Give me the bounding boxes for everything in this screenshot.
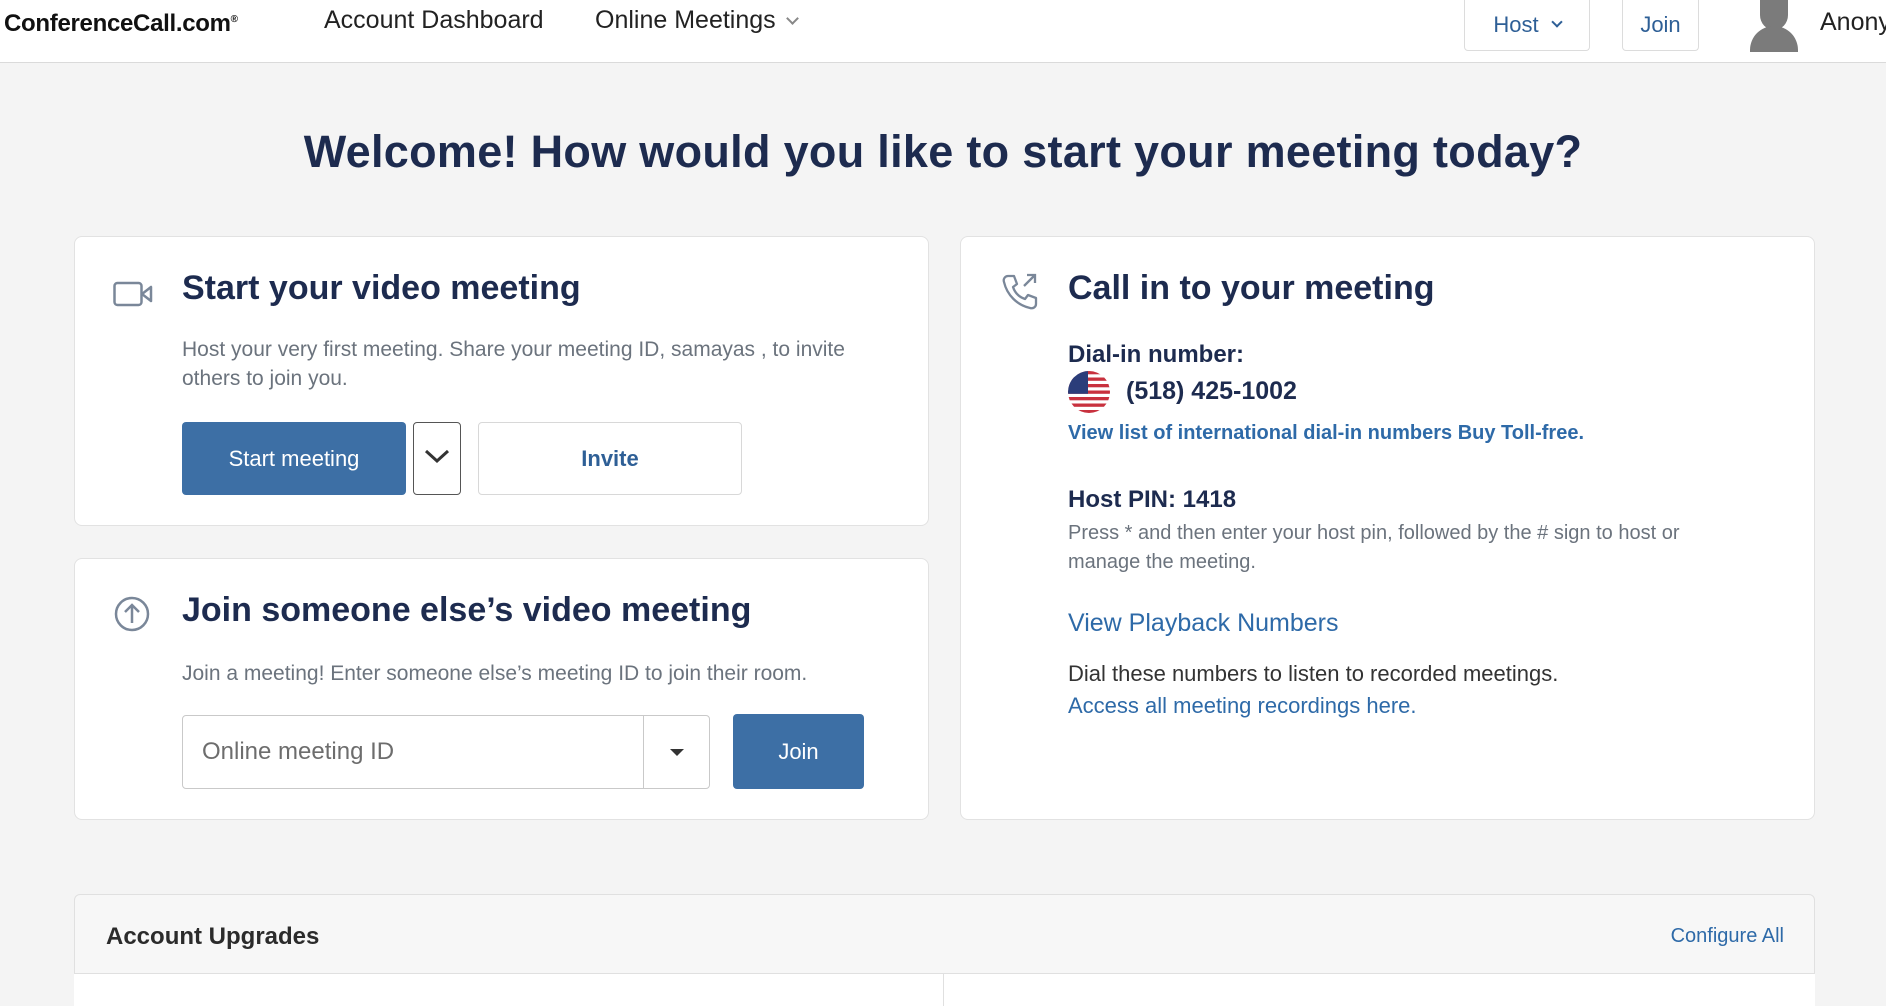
start-meeting-label: Start meeting — [228, 445, 360, 471]
join-card-title: Join someone else’s video meeting — [182, 591, 752, 629]
call-card-title: Call in to your meeting — [1068, 269, 1435, 307]
nav-account-dashboard-label: Account Dashboard — [324, 6, 544, 34]
arrow-up-circle-icon — [114, 596, 150, 637]
upgrades-body — [74, 973, 1815, 1006]
call-in-card: Call in to your meeting Dial-in number: … — [960, 236, 1815, 820]
international-numbers-link[interactable]: View list of international dial-in numbe… — [1068, 422, 1452, 444]
logo[interactable]: ConferenceCall.com® — [4, 10, 238, 38]
header-join-button[interactable]: Join — [1622, 0, 1699, 51]
international-numbers-row: View list of international dial-in numbe… — [1068, 422, 1584, 445]
join-video-meeting-card: Join someone else’s video meeting Join a… — [74, 558, 929, 820]
nav-online-meetings-label: Online Meetings — [595, 6, 776, 34]
header-join-label: Join — [1640, 12, 1681, 37]
invite-button[interactable]: Invite — [478, 422, 742, 495]
dial-in-number: (518) 425-1002 — [1126, 377, 1297, 405]
dial-in-label: Dial-in number: — [1068, 341, 1245, 368]
chevron-down-icon — [785, 12, 799, 25]
join-card-description: Join a meeting! Enter someone else’s mee… — [182, 662, 808, 685]
nav-account-dashboard[interactable]: Account Dashboard — [324, 6, 544, 34]
logo-trademark: ® — [230, 14, 238, 25]
user-name[interactable]: Anony — [1820, 8, 1886, 37]
page-title: Welcome! How would you like to start you… — [303, 126, 1583, 177]
meeting-id-placeholder: Online meeting ID — [202, 738, 395, 765]
playback-description: Dial these numbers to listen to recorded… — [1068, 661, 1559, 686]
chevron-down-icon — [424, 448, 450, 469]
logo-text: ConferenceCall.com — [4, 10, 231, 37]
configure-all-link[interactable]: Configure All — [1671, 925, 1784, 948]
host-pin-help: Press * and then enter your host pin, fo… — [1068, 522, 1680, 573]
start-meeting-button[interactable]: Start meeting — [182, 422, 406, 495]
host-dropdown-button[interactable]: Host — [1464, 0, 1590, 51]
account-upgrades-panel: Account Upgrades Configure All — [74, 894, 1815, 1006]
caret-down-icon — [669, 748, 684, 756]
invite-label: Invite — [581, 445, 639, 471]
chevron-down-icon — [1550, 16, 1563, 28]
start-options-dropdown[interactable] — [413, 422, 461, 495]
start-card-title: Start your video meeting — [182, 269, 581, 307]
phone-outgoing-icon — [1000, 272, 1038, 317]
host-pin: Host PIN: 1418 — [1068, 486, 1237, 513]
nav-online-meetings[interactable]: Online Meetings — [595, 6, 799, 34]
start-video-meeting-card: Start your video meeting Host your very … — [74, 236, 929, 526]
video-camera-icon — [113, 279, 153, 314]
meeting-id-input[interactable]: Online meeting ID — [182, 715, 644, 789]
meeting-id-dropdown[interactable] — [643, 715, 710, 789]
host-label: Host — [1493, 12, 1539, 37]
start-card-description: Host your very first meeting. Share your… — [182, 338, 845, 390]
join-meeting-button[interactable]: Join — [733, 714, 864, 789]
account-upgrades-title: Account Upgrades — [106, 923, 320, 950]
view-playback-numbers-link[interactable]: View Playback Numbers — [1068, 609, 1338, 638]
top-navigation: ConferenceCall.com® Account Dashboard On… — [0, 0, 1886, 63]
divider — [943, 974, 944, 1006]
join-meeting-label: Join — [778, 738, 819, 764]
buy-tollfree-link[interactable]: Buy Toll-free. — [1458, 422, 1584, 444]
meeting-recordings-link[interactable]: Access all meeting recordings here. — [1068, 693, 1417, 719]
user-avatar-icon[interactable] — [1746, 0, 1802, 52]
us-flag-icon — [1068, 371, 1110, 413]
